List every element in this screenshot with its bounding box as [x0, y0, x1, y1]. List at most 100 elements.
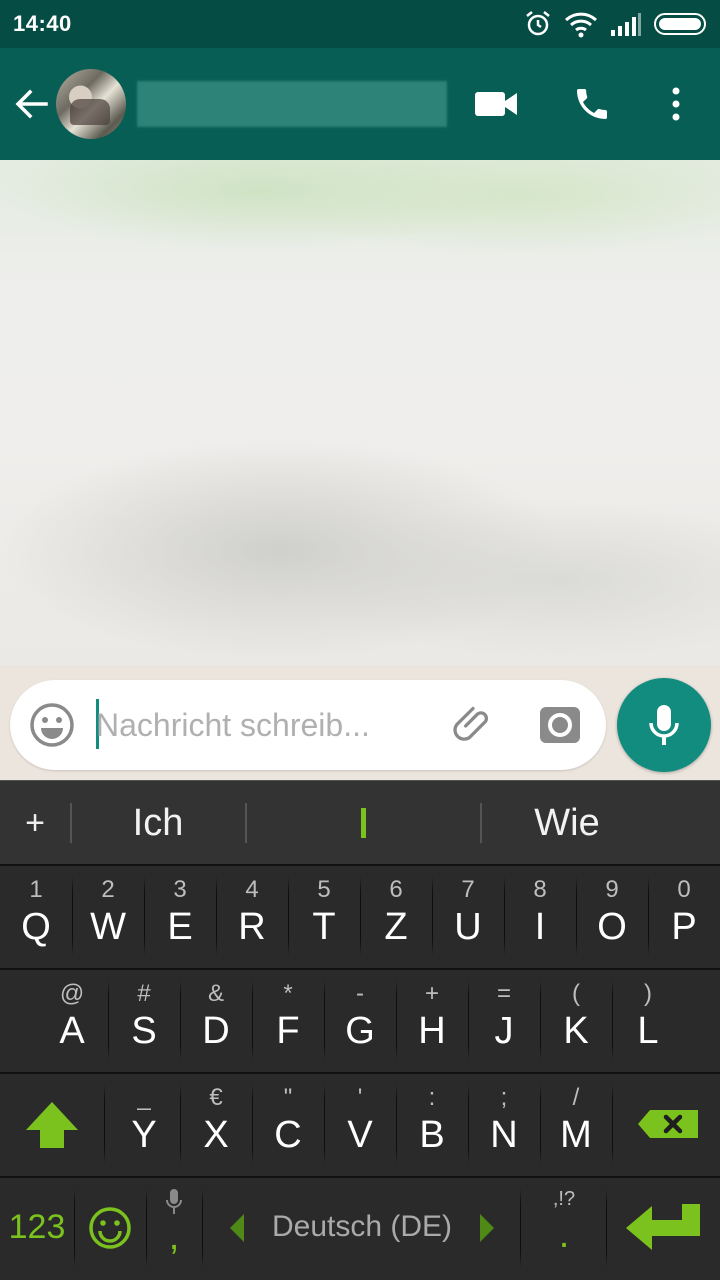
smiley-key-icon: [89, 1207, 131, 1249]
emoji-key[interactable]: [74, 1178, 147, 1278]
key-c[interactable]: " C: [252, 1074, 325, 1174]
key-x[interactable]: € X: [180, 1074, 253, 1174]
attach-icon: [453, 706, 489, 741]
key-k[interactable]: (K: [540, 970, 613, 1070]
key-label: O: [597, 906, 627, 948]
back-button[interactable]: [10, 82, 54, 126]
voice-message-button[interactable]: [617, 678, 711, 772]
key-label: I: [534, 906, 546, 948]
key-w[interactable]: 2W: [72, 866, 145, 966]
back-arrow-icon: [15, 89, 48, 119]
key-label: Y: [131, 1114, 157, 1156]
key-label: S: [131, 1010, 157, 1052]
key-hint: 2: [101, 876, 115, 903]
key-h[interactable]: + H: [396, 970, 469, 1070]
key-f[interactable]: * F: [252, 970, 325, 1070]
mic-hint-icon: [166, 1189, 182, 1214]
key-hint: -: [356, 980, 364, 1007]
period-key[interactable]: ,!? .: [522, 1178, 607, 1278]
more-vert-icon: [672, 87, 680, 121]
status-bar: 14:40: [0, 0, 720, 48]
key-hint: ;: [500, 1084, 508, 1111]
video-call-button[interactable]: [470, 78, 522, 130]
key-i[interactable]: 8I: [504, 866, 577, 966]
key-label: N: [490, 1114, 518, 1156]
key-t[interactable]: 5T: [288, 866, 361, 966]
comma-key-label: ,: [168, 1216, 180, 1258]
key-p[interactable]: 0P: [648, 866, 720, 966]
key-hint: 4: [245, 876, 259, 903]
key-row-4: 123 , Deutsch (DE) ,!? .: [0, 1176, 720, 1280]
key-label: J: [494, 1010, 514, 1052]
key-hint: €: [209, 1084, 223, 1111]
key-hint: &: [207, 980, 224, 1007]
key-d[interactable]: & D: [180, 970, 253, 1070]
key-hint: ": [283, 1084, 293, 1111]
chat-header: [0, 48, 720, 160]
contact-avatar[interactable]: [56, 69, 126, 139]
suggestion-2[interactable]: [247, 781, 479, 865]
key-e[interactable]: 3E: [144, 866, 217, 966]
period-key-label: .: [558, 1214, 570, 1256]
key-label: H: [418, 1010, 446, 1052]
enter-key[interactable]: [608, 1178, 720, 1278]
shift-key[interactable]: [0, 1074, 105, 1174]
key-y[interactable]: _ Y: [108, 1074, 181, 1174]
suggestion-add-button[interactable]: +: [0, 781, 70, 865]
emoji-button[interactable]: [28, 701, 76, 749]
key-label: K: [563, 1010, 589, 1052]
mic-icon: [649, 705, 679, 745]
key-j[interactable]: = J: [468, 970, 541, 1070]
key-s[interactable]: # S: [108, 970, 181, 1070]
key-label: T: [312, 906, 336, 948]
key-g[interactable]: -G: [324, 970, 397, 1070]
key-l[interactable]: ) L: [612, 970, 684, 1070]
voice-call-button[interactable]: [566, 78, 618, 130]
numbers-key[interactable]: 123: [0, 1178, 75, 1278]
key-label: D: [202, 1010, 230, 1052]
key-hint: 9: [605, 876, 619, 903]
keyboard: + Ich Wie 1Q 2W 3E 4R 5T 6Z 7U 8I 9O 0P …: [0, 780, 720, 1280]
key-v[interactable]: ' V: [324, 1074, 397, 1174]
contact-name[interactable]: [137, 81, 447, 127]
key-hint: *: [283, 980, 293, 1007]
more-options-button[interactable]: [650, 78, 702, 130]
numbers-key-label: 123: [8, 1208, 66, 1246]
key-row-1: 1Q 2W 3E 4R 5T 6Z 7U 8I 9O 0P: [0, 864, 720, 968]
key-label: E: [167, 906, 193, 948]
suggestion-3[interactable]: Wie: [482, 781, 652, 865]
key-n[interactable]: ; N: [468, 1074, 541, 1174]
key-hint: (: [572, 980, 580, 1007]
key-m[interactable]: / M: [540, 1074, 613, 1174]
key-label: C: [274, 1114, 302, 1156]
message-input[interactable]: [96, 698, 426, 752]
message-composer: [10, 680, 606, 770]
key-hint: :: [428, 1084, 436, 1111]
wifi-icon: [564, 12, 598, 38]
camera-button[interactable]: [535, 700, 585, 750]
key-r[interactable]: 4R: [216, 866, 289, 966]
key-hint: 8: [533, 876, 547, 903]
key-row-3: _ Y € X " C ' V :B ; N / M: [0, 1072, 720, 1176]
shift-icon: [26, 1102, 78, 1148]
backspace-icon: [638, 1110, 698, 1138]
key-hint: @: [59, 980, 85, 1007]
key-z[interactable]: 6Z: [360, 866, 433, 966]
backspace-key[interactable]: [616, 1074, 720, 1174]
key-label: V: [347, 1114, 373, 1156]
space-key[interactable]: Deutsch (DE): [204, 1178, 521, 1278]
key-label: W: [90, 906, 126, 948]
key-label: L: [637, 1010, 659, 1052]
comma-key[interactable]: ,: [146, 1178, 203, 1278]
attach-button[interactable]: [448, 700, 498, 750]
key-u[interactable]: 7U: [432, 866, 505, 966]
key-b[interactable]: :B: [396, 1074, 469, 1174]
suggestion-1[interactable]: Ich: [72, 781, 244, 865]
key-label: A: [59, 1010, 85, 1052]
key-hint: /: [572, 1084, 580, 1111]
key-a[interactable]: @ A: [36, 970, 109, 1070]
key-o[interactable]: 9O: [576, 866, 649, 966]
key-hint: +: [424, 980, 439, 1007]
key-hint: ': [357, 1084, 363, 1111]
key-q[interactable]: 1Q: [0, 866, 73, 966]
